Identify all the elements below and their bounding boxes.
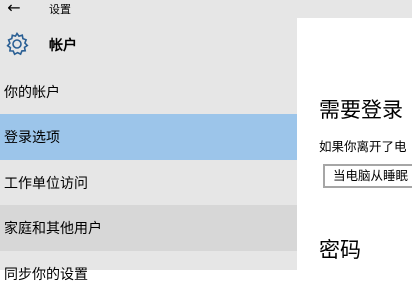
sidebar-item-label: 登录选项	[4, 130, 60, 146]
sidebar-item-label: 同步你的设置	[4, 267, 88, 283]
section-header: 帐户	[0, 18, 297, 68]
sidebar: 帐户 你的帐户 登录选项 工作单位访问 家庭和其他用户 同步你的设置	[0, 18, 297, 283]
app-title: 设置	[49, 3, 71, 16]
require-sign-in-dropdown[interactable]: 当电脑从睡眠	[323, 164, 412, 188]
sidebar-item-your-account[interactable]: 你的帐户	[0, 69, 297, 115]
require-sign-in-description: 如果你离开了电	[319, 139, 407, 154]
sidebar-item-work-access[interactable]: 工作单位访问	[0, 160, 297, 206]
section-title: 帐户	[49, 38, 77, 54]
sidebar-item-label: 家庭和其他用户	[4, 221, 102, 237]
sidebar-item-sign-in-options[interactable]: 登录选项	[0, 114, 297, 160]
password-heading: 密码	[319, 238, 361, 262]
require-sign-in-heading: 需要登录	[319, 98, 403, 122]
sidebar-item-label: 你的帐户	[4, 85, 60, 101]
content-panel: 需要登录 如果你离开了电 当电脑从睡眠 密码	[297, 18, 412, 270]
gear-icon	[6, 32, 29, 56]
sidebar-item-family-other-users[interactable]: 家庭和其他用户	[0, 205, 297, 251]
sidebar-item-label: 工作单位访问	[4, 176, 88, 192]
title-bar: ← 设置	[0, 0, 412, 18]
dropdown-value: 当电脑从睡眠	[333, 168, 409, 183]
sidebar-item-sync-settings[interactable]: 同步你的设置	[0, 251, 297, 297]
back-arrow-icon[interactable]: ←	[4, 0, 24, 17]
